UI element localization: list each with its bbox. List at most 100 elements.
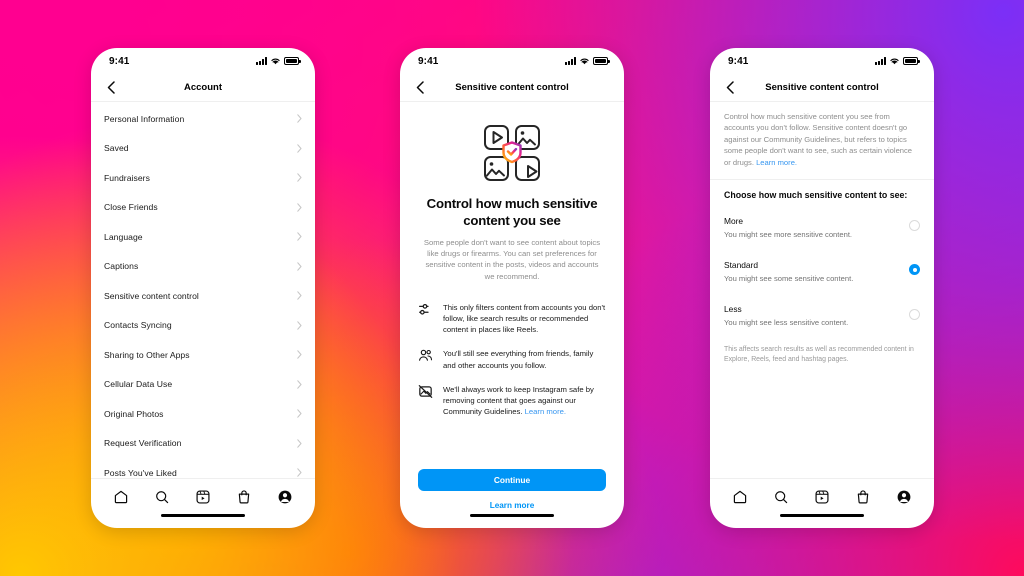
people-group-icon bbox=[419, 350, 433, 362]
wifi-icon bbox=[889, 52, 900, 70]
settings-row-label: Personal Information bbox=[104, 113, 185, 124]
intro-screen: Control how much sensitive content you s… bbox=[400, 102, 624, 514]
phone-account-settings: 9:41 Account Personal Information Saved Fu… bbox=[91, 48, 315, 528]
option-row[interactable]: Standard You might see some sensitive con… bbox=[710, 248, 934, 292]
shop-tab[interactable] bbox=[235, 488, 253, 506]
settings-row-label: Close Friends bbox=[104, 202, 158, 213]
back-button[interactable] bbox=[412, 80, 428, 96]
settings-row[interactable]: Language bbox=[91, 222, 315, 252]
phone-sensitive-content-options: 9:41 Sensitive content control Control h… bbox=[710, 48, 934, 528]
section-heading: Choose how much sensitive content to see… bbox=[724, 189, 908, 200]
options-screen: Control how much sensitive content you s… bbox=[710, 102, 934, 478]
back-button[interactable] bbox=[103, 80, 119, 96]
status-bar: 9:41 bbox=[91, 48, 315, 74]
chevron-right-icon bbox=[297, 350, 302, 359]
shopping-bag-icon bbox=[857, 489, 869, 503]
chevron-right-icon bbox=[297, 262, 302, 271]
option-row[interactable]: Less You might see less sensitive content… bbox=[710, 292, 934, 336]
settings-row-label: Request Verification bbox=[104, 438, 182, 449]
option-row[interactable]: More You might see more sensitive content… bbox=[710, 204, 934, 248]
chevron-right-icon bbox=[297, 380, 302, 389]
option-description: You might see less sensitive content. bbox=[724, 318, 849, 328]
sliders-filter-icon bbox=[419, 303, 429, 315]
chevron-right-icon bbox=[297, 409, 302, 418]
status-time: 9:41 bbox=[418, 55, 439, 67]
option-description: You might see some sensitive content. bbox=[724, 274, 854, 284]
option-radio[interactable] bbox=[909, 220, 920, 232]
chevron-right-icon bbox=[297, 203, 302, 212]
nav-bar: Sensitive content control bbox=[400, 74, 624, 102]
option-radio[interactable] bbox=[909, 308, 920, 320]
status-time: 9:41 bbox=[109, 55, 130, 67]
footer-actions: Continue Learn more bbox=[418, 469, 606, 514]
settings-row[interactable]: Posts You've Liked bbox=[91, 458, 315, 478]
home-indicator bbox=[470, 514, 554, 518]
bullet-learn-more-link[interactable]: Learn more. bbox=[525, 407, 566, 416]
chevron-right-icon bbox=[297, 144, 302, 153]
battery-full-icon bbox=[593, 57, 610, 65]
search-icon bbox=[156, 490, 169, 503]
settings-row[interactable]: Cellular Data Use bbox=[91, 370, 315, 400]
settings-row[interactable]: Saved bbox=[91, 134, 315, 164]
settings-screen: Personal Information Saved Fundraisers Clos… bbox=[91, 102, 315, 478]
settings-row-label: Contacts Syncing bbox=[104, 320, 172, 331]
reels-tab[interactable] bbox=[194, 488, 212, 506]
settings-row-label: Fundraisers bbox=[104, 172, 150, 183]
home-icon bbox=[115, 490, 128, 503]
nav-bar: Account bbox=[91, 74, 315, 102]
nav-bar: Sensitive content control bbox=[710, 74, 934, 102]
sliders-filter-icon bbox=[418, 302, 433, 317]
search-tab[interactable] bbox=[772, 488, 790, 506]
chevron-right-icon bbox=[297, 114, 302, 123]
settings-row[interactable]: Sharing to Other Apps bbox=[91, 340, 315, 370]
chevron-right-icon bbox=[297, 321, 302, 330]
battery-full-icon bbox=[284, 57, 301, 65]
chevron-left-icon bbox=[416, 81, 424, 94]
cellular-bars-icon bbox=[875, 57, 886, 65]
search-tab[interactable] bbox=[153, 488, 171, 506]
tab-bar bbox=[91, 478, 315, 514]
settings-row-label: Sensitive content control bbox=[104, 290, 199, 301]
option-title: Standard bbox=[724, 260, 758, 271]
option-radio-selected[interactable] bbox=[909, 264, 920, 276]
status-bar: 9:41 bbox=[710, 48, 934, 74]
bullet-text: This only filters content from accounts … bbox=[443, 302, 606, 335]
intro-learn-more-link[interactable]: Learn more. bbox=[756, 158, 797, 167]
reels-icon bbox=[815, 489, 829, 504]
home-indicator bbox=[780, 514, 864, 518]
reels-icon bbox=[196, 489, 210, 504]
profile-tab[interactable] bbox=[895, 488, 913, 506]
home-indicator bbox=[161, 514, 245, 518]
settings-row[interactable]: Request Verification bbox=[91, 429, 315, 459]
settings-row[interactable]: Sensitive content control bbox=[91, 281, 315, 311]
continue-button[interactable]: Continue bbox=[418, 469, 606, 491]
settings-row[interactable]: Fundraisers bbox=[91, 163, 315, 193]
home-tab[interactable] bbox=[112, 488, 130, 506]
home-tab[interactable] bbox=[731, 488, 749, 506]
intro-paragraph: Control how much sensitive content you s… bbox=[710, 102, 934, 180]
back-button[interactable] bbox=[722, 80, 738, 96]
chevron-right-icon bbox=[297, 439, 302, 448]
profile-tab[interactable] bbox=[276, 488, 294, 506]
settings-row[interactable]: Close Friends bbox=[91, 193, 315, 223]
shopping-bag-icon bbox=[238, 489, 250, 503]
settings-row[interactable]: Contacts Syncing bbox=[91, 311, 315, 341]
learn-more-link[interactable]: Learn more bbox=[418, 501, 606, 510]
option-list: More You might see more sensitive content… bbox=[710, 204, 934, 337]
settings-row-label: Posts You've Liked bbox=[104, 467, 177, 478]
chevron-left-icon bbox=[107, 81, 115, 94]
settings-row[interactable]: Original Photos bbox=[91, 399, 315, 429]
battery-full-icon bbox=[903, 57, 920, 65]
tab-bar bbox=[710, 478, 934, 514]
settings-row[interactable]: Personal Information bbox=[91, 104, 315, 134]
bullet-item: We'll always work to keep Instagram safe… bbox=[418, 384, 606, 417]
option-title: Less bbox=[724, 304, 742, 315]
settings-row[interactable]: Captions bbox=[91, 252, 315, 282]
chevron-right-icon bbox=[297, 291, 302, 300]
wifi-icon bbox=[579, 52, 590, 70]
reels-tab[interactable] bbox=[813, 488, 831, 506]
shop-tab[interactable] bbox=[854, 488, 872, 506]
settings-row-label: Cellular Data Use bbox=[104, 379, 173, 390]
home-indicator-area bbox=[400, 514, 624, 528]
home-icon bbox=[734, 490, 747, 503]
